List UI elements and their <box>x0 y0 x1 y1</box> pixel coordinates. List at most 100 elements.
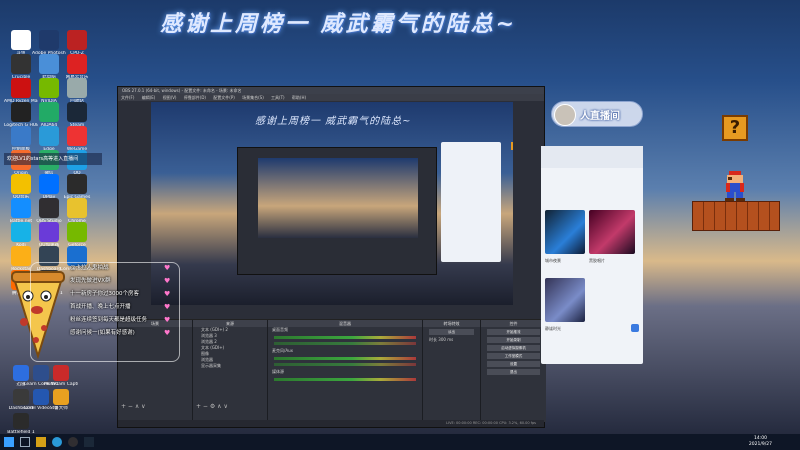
system-clock[interactable]: 14:00 2021/9/27 <box>749 436 772 448</box>
steam-taskbar-icon[interactable] <box>84 437 94 447</box>
controls-dock: 控件 开始推流 开始录制 启动虚拟摄像机 工作室模式 设置 退出 <box>481 320 546 422</box>
mixer-dock-header: 混音器 <box>268 320 422 327</box>
gallery-thumbnail[interactable] <box>545 278 585 322</box>
gallery-thumbnail[interactable] <box>589 210 635 254</box>
volume-meter <box>274 378 416 381</box>
desktop-icon[interactable]: 鲁大师 <box>44 389 78 411</box>
app-icon <box>67 102 87 122</box>
nested-obs-window <box>237 147 437 275</box>
menu-tools[interactable]: 工具(T) <box>271 95 285 100</box>
menu-edit[interactable]: 编辑(E) <box>142 95 156 100</box>
obs-taskbar-icon[interactable] <box>68 437 78 447</box>
app-icon <box>11 222 31 242</box>
obs-window[interactable]: OBS 27.0.1 (64-bit, windows) - 配置文件: 未命名… <box>117 86 546 428</box>
app-icon <box>11 30 31 50</box>
obs-titlebar[interactable]: OBS 27.0.1 (64-bit, windows) - 配置文件: 未命名… <box>118 87 544 94</box>
source-item[interactable]: 显示器采集 <box>193 363 267 369</box>
badge-label: 人直播间 <box>580 111 620 122</box>
browser-panel-header <box>541 146 643 168</box>
start-streaming-button[interactable]: 开始推流 <box>487 329 540 335</box>
volume-meter <box>274 357 416 360</box>
mario-sprite-icon <box>725 171 745 201</box>
mixer-channel-label: 桌面音频 <box>272 327 288 332</box>
chat-hearts: ♥ ♥ ♥ ♥ ♥ ♥ <box>164 262 170 340</box>
app-icon <box>39 78 59 98</box>
app-icon <box>39 30 59 50</box>
app-icon <box>11 174 31 194</box>
sources-dock-header: 来源 <box>193 320 267 327</box>
app-icon <box>11 78 31 98</box>
app-icon <box>67 30 87 50</box>
app-icon <box>67 54 87 74</box>
desktop-icon[interactable]: Epic Games <box>60 174 94 200</box>
browser-panel[interactable]: 城市夜景 黑胶唱片 静谧时光 <box>541 146 643 364</box>
desktop-icon[interactable]: Chrome <box>60 198 94 224</box>
settings-button[interactable]: 设置 <box>487 361 540 367</box>
mixer-channel-label: 媒体源 <box>272 369 284 374</box>
desktop-icon[interactable]: 网易云音乐 <box>60 54 94 80</box>
studio-mode-button[interactable]: 工作室模式 <box>487 353 540 359</box>
menu-scene-collection[interactable]: 场景集合(S) <box>242 95 264 100</box>
menu-view[interactable]: 视图(V) <box>163 95 177 100</box>
menu-profile[interactable]: 配置文件(P) <box>213 95 235 100</box>
obs-preview-canvas[interactable]: 感谢上周榜一 威武霸气的陆总~ <box>151 102 513 305</box>
heart-icon: ♥ <box>164 303 171 311</box>
windows-taskbar: 14:00 2021/9/27 <box>0 434 800 450</box>
menu-help[interactable]: 帮助(H) <box>292 95 306 100</box>
scene-add-remove-controls[interactable]: + − ∧ ∨ <box>121 403 146 410</box>
menu-docks[interactable]: 停靠部件(D) <box>184 95 206 100</box>
desktop-icon[interactable]: Geforce <box>60 222 94 248</box>
question-block-icon: ? <box>722 115 748 141</box>
app-icon <box>67 198 87 218</box>
app-icon <box>53 365 69 381</box>
desktop-icon[interactable]: CPU-Z <box>60 30 94 56</box>
edge-icon[interactable] <box>52 437 62 447</box>
volume-slider[interactable] <box>274 342 416 345</box>
desktop-icon[interactable]: Steam <box>60 102 94 128</box>
heart-icon: ♥ <box>164 290 171 298</box>
volume-slider[interactable] <box>274 363 416 366</box>
thumbnail-caption: 城市夜景 <box>545 258 561 263</box>
app-icon <box>53 389 69 405</box>
chat-bubble-icon[interactable] <box>631 324 639 332</box>
mixer-channel-label: 麦克风/Aux <box>272 348 293 353</box>
preview-browser-panel <box>441 142 501 262</box>
app-icon <box>67 78 87 98</box>
desktop-icon[interactable]: WeGame <box>60 126 94 152</box>
search-icon[interactable] <box>20 437 30 447</box>
app-icon <box>39 174 59 194</box>
sources-dock: 来源 文本 (GDI+) 2 浏览器 3 浏览器 2 文本 (GDI+) 图像 … <box>193 320 268 422</box>
desktop-icon[interactable]: Battlefield 1 <box>4 413 38 435</box>
app-icon <box>39 126 59 146</box>
app-icon <box>67 174 87 194</box>
source-add-remove-controls[interactable]: + − ⚙ ∧ ∨ <box>196 403 228 410</box>
file-explorer-icon[interactable] <box>36 437 46 447</box>
exit-button[interactable]: 退出 <box>487 369 540 375</box>
desktop-icon-label: MultiCam Capture Lite <box>44 382 78 387</box>
thumbnail-caption: 黑胶唱片 <box>589 258 605 263</box>
obs-status-bar: LIVE: 00:00:00 REC: 00:00:00 CPU: 3.2%, … <box>118 420 544 427</box>
app-icon <box>11 198 31 218</box>
menu-file[interactable]: 文件(F) <box>121 95 134 100</box>
app-icon <box>39 54 59 74</box>
live-room-badge: 人直播间 <box>551 101 643 127</box>
start-button-icon[interactable] <box>4 437 14 447</box>
controls-dock-header: 控件 <box>481 320 546 327</box>
duration-value[interactable]: 300 ms <box>438 337 453 342</box>
app-icon <box>39 222 59 242</box>
gallery-thumbnail[interactable] <box>545 210 585 254</box>
preview-banner-text: 感谢上周榜一 威武霸气的陆总~ <box>255 116 412 127</box>
desktop-icon[interactable]: 回收站 <box>60 78 94 104</box>
desktop-icon[interactable]: MultiCam Capture Lite <box>44 365 78 387</box>
app-icon <box>39 198 59 218</box>
audio-mixer-dock: 混音器 桌面音频 麦克风/Aux 媒体源 <box>268 320 423 422</box>
clock-date: 2021/9/27 <box>748 442 772 447</box>
transition-select[interactable]: 淡出 <box>429 329 474 335</box>
heart-icon: ♥ <box>164 316 171 324</box>
virtual-camera-button[interactable]: 启动虚拟摄像机 <box>487 345 540 351</box>
transitions-dock: 转场特效 淡出 时长 300 ms <box>423 320 481 422</box>
welcome-notice: 欢迎LV1的stars高等进入直播间 <box>4 153 102 165</box>
avatar <box>554 104 576 126</box>
start-recording-button[interactable]: 开始录制 <box>487 337 540 343</box>
heart-icon: ♥ <box>164 264 171 272</box>
